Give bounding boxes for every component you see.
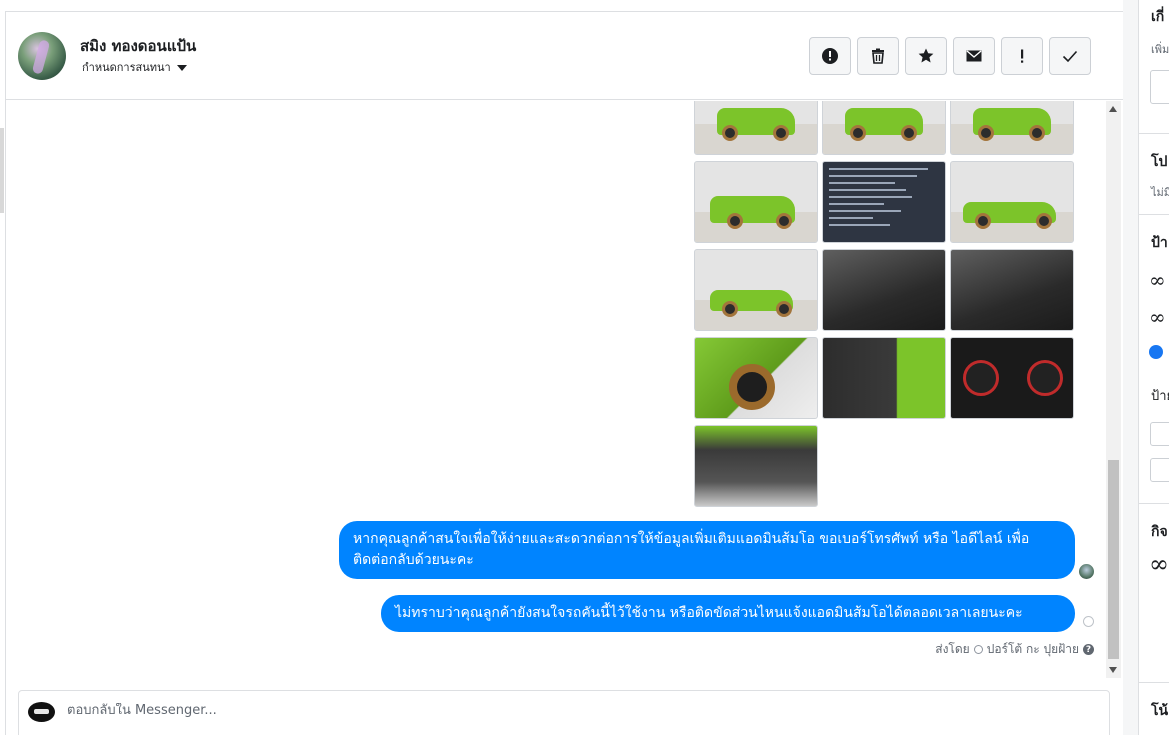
label-tag-icon[interactable]: ∞ [1149,305,1166,329]
outgoing-message[interactable]: หากคุณลูกค้าสนใจเพื่อให้ง่ายและสะดวกต่อก… [339,521,1075,579]
label-tag-icon[interactable]: ∞ [1149,268,1166,292]
sidebar-section-subtitle: ไม่มี [1151,186,1169,199]
car-dashboard-photo[interactable] [950,337,1074,419]
conversation-panel: สมิง ทองดอนแป้น กำหนดการสนทนา หากคุณลูกค… [0,0,1123,735]
car-photo[interactable] [694,101,818,155]
conversation-header: สมิง ทองดอนแป้น กำหนดการสนทนา [6,12,1123,100]
sidebar-section-subtitle: เพิ่ม [1151,43,1169,56]
sent-by-info: ส่งโดย ปอร์โต้ กะ ปุยฝ้าย ? [935,640,1094,659]
contact-details-panel: เกี่ เพิ่ม โป ไม่มี ป้า ∞ ∞ ป้าย กิจ ∞ โ… [1138,0,1169,735]
seen-avatar [1079,564,1094,579]
car-interior-photo[interactable] [822,249,946,331]
sidebar-section-subtitle: ป้าย [1151,389,1169,404]
car-engine-photo[interactable] [694,425,818,507]
envelope-icon [966,50,982,62]
car-interior-photo[interactable] [950,249,1074,331]
sidebar-divider [1139,682,1169,683]
car-photo[interactable] [822,101,946,155]
sidebar-divider [1139,133,1169,134]
sent-by-label: ส่งโดย [935,642,970,656]
checkmark-icon [1062,50,1078,63]
car-spec-sheet-photo[interactable] [822,161,946,243]
car-door-photo[interactable] [822,337,946,419]
conversation-toolbar [809,37,1091,75]
conversation-schedule-label: กำหนดการสนทนา [82,61,171,74]
caret-down-icon [176,65,187,71]
sidebar-divider [1139,214,1169,215]
follow-up-button[interactable] [1001,37,1043,75]
alert-circle-icon [822,48,838,64]
label-checkbox[interactable] [1150,422,1169,446]
star-button[interactable] [905,37,947,75]
left-scroll-strip[interactable] [0,128,4,213]
car-photo[interactable] [694,161,818,243]
scroll-up-icon[interactable] [1109,106,1117,112]
exclamation-icon [1021,49,1024,63]
outgoing-message[interactable]: ไม่ทราบว่าคุณลูกค้ายังสนใจรถคันนี้ไว้ใช้… [381,595,1075,632]
add-label-icon[interactable] [1149,345,1163,359]
sender-status-icon [973,645,983,654]
activity-icon: ∞ [1149,550,1169,578]
sent-by-name: ปอร์โต้ กะ ปุยฝ้าย [986,642,1079,656]
help-icon[interactable]: ? [1083,644,1094,655]
sidebar-divider [1139,503,1169,504]
sidebar-section-title: ป้า [1151,235,1168,251]
scrollbar-thumb[interactable] [1108,460,1119,659]
contact-name[interactable]: สมิง ทองดอนแป้น [80,34,196,58]
delete-button[interactable] [857,37,899,75]
sidebar-section-title: กิจ [1151,524,1168,540]
sidebar-section-title: โป [1151,154,1168,170]
car-photo[interactable] [694,249,818,331]
scroll-down-icon[interactable] [1109,667,1117,673]
mark-done-button[interactable] [1049,37,1091,75]
page-logo-icon [28,702,55,722]
reply-composer [18,690,1110,735]
message-scrollbar[interactable] [1106,101,1121,678]
car-photo[interactable] [950,101,1074,155]
message-list: หากคุณลูกค้าสนใจเพื่อให้ง่ายและสะดวกต่อก… [6,101,1106,684]
contact-avatar[interactable] [18,32,66,80]
trash-icon [872,48,884,64]
label-checkbox[interactable] [1150,458,1169,482]
star-icon [918,48,934,63]
reply-input[interactable] [67,703,967,718]
conversation-schedule-dropdown[interactable]: กำหนดการสนทนา [82,58,187,76]
car-photo[interactable] [950,161,1074,243]
sidebar-section-title: โน้ [1151,703,1169,719]
sidebar-section-title: เกี่ [1151,9,1165,25]
sent-status-icon [1083,616,1094,627]
mark-spam-button[interactable] [809,37,851,75]
mark-unread-button[interactable] [953,37,995,75]
sidebar-action-button[interactable] [1150,70,1169,104]
right-sidebar: เกี่ เพิ่ม โป ไม่มี ป้า ∞ ∞ ป้าย กิจ ∞ โ… [1123,0,1169,735]
car-wheel-photo[interactable] [694,337,818,419]
